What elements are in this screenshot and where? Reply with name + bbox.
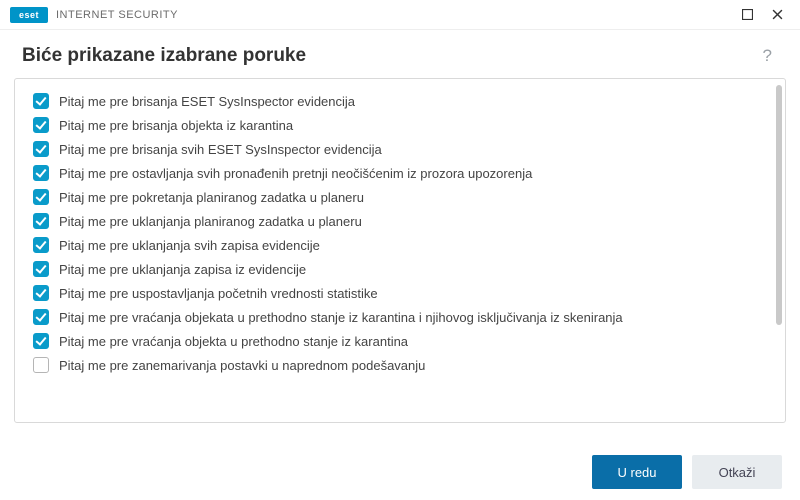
list-item: Pitaj me pre uklanjanja zapisa iz eviden… [33,257,767,281]
square-icon [742,9,753,20]
list-item-label: Pitaj me pre ostavljanja svih pronađenih… [59,166,532,181]
list-item: Pitaj me pre uklanjanja planiranog zadat… [33,209,767,233]
checkbox[interactable] [33,261,49,277]
list-item-label: Pitaj me pre uklanjanja planiranog zadat… [59,214,362,229]
list-item-label: Pitaj me pre pokretanja planiranog zadat… [59,190,364,205]
help-button[interactable]: ? [757,44,778,68]
list-item: Pitaj me pre zanemarivanja postavki u na… [33,353,767,377]
dialog-footer: U redu Otkaži [0,444,800,500]
list-item: Pitaj me pre uspostavljanja početnih vre… [33,281,767,305]
list-item: Pitaj me pre pokretanja planiranog zadat… [33,185,767,209]
checkbox[interactable] [33,165,49,181]
checkbox[interactable] [33,189,49,205]
list-item-label: Pitaj me pre uklanjanja svih zapisa evid… [59,238,320,253]
list-item: Pitaj me pre brisanja ESET SysInspector … [33,89,767,113]
close-button[interactable] [762,0,792,30]
cancel-button[interactable]: Otkaži [692,455,782,489]
titlebar: eset INTERNET SECURITY [0,0,800,30]
list-item: Pitaj me pre brisanja svih ESET SysInspe… [33,137,767,161]
checkbox[interactable] [33,309,49,325]
scrollbar-thumb[interactable] [776,85,782,325]
list-item-label: Pitaj me pre uklanjanja zapisa iz eviden… [59,262,306,277]
brand-product: INTERNET SECURITY [56,9,178,21]
checkbox[interactable] [33,117,49,133]
page-title: Biće prikazane izabrane poruke [22,45,757,67]
checkbox[interactable] [33,213,49,229]
list-item-label: Pitaj me pre brisanja ESET SysInspector … [59,94,355,109]
message-list-panel: Pitaj me pre brisanja ESET SysInspector … [14,78,786,423]
list-item-label: Pitaj me pre zanemarivanja postavki u na… [59,358,425,373]
checkbox[interactable] [33,357,49,373]
close-icon [772,9,783,20]
list-item: Pitaj me pre uklanjanja svih zapisa evid… [33,233,767,257]
list-item-label: Pitaj me pre vraćanja objekata u prethod… [59,310,623,325]
brand-logo: eset [10,7,48,23]
list-item-label: Pitaj me pre brisanja svih ESET SysInspe… [59,142,382,157]
list-item: Pitaj me pre vraćanja objekta u prethodn… [33,329,767,353]
checkbox[interactable] [33,237,49,253]
list-item-label: Pitaj me pre uspostavljanja početnih vre… [59,286,378,301]
checkbox[interactable] [33,141,49,157]
list-item-label: Pitaj me pre vraćanja objekta u prethodn… [59,334,408,349]
list-item-label: Pitaj me pre brisanja objekta iz karanti… [59,118,293,133]
list-item: Pitaj me pre vraćanja objekata u prethod… [33,305,767,329]
dialog-header: Biće prikazane izabrane poruke ? [0,30,800,78]
message-list: Pitaj me pre brisanja ESET SysInspector … [15,79,785,422]
checkbox[interactable] [33,93,49,109]
maximize-button[interactable] [732,0,762,30]
list-item: Pitaj me pre brisanja objekta iz karanti… [33,113,767,137]
checkbox[interactable] [33,285,49,301]
ok-button[interactable]: U redu [592,455,682,489]
checkbox[interactable] [33,333,49,349]
list-item: Pitaj me pre ostavljanja svih pronađenih… [33,161,767,185]
